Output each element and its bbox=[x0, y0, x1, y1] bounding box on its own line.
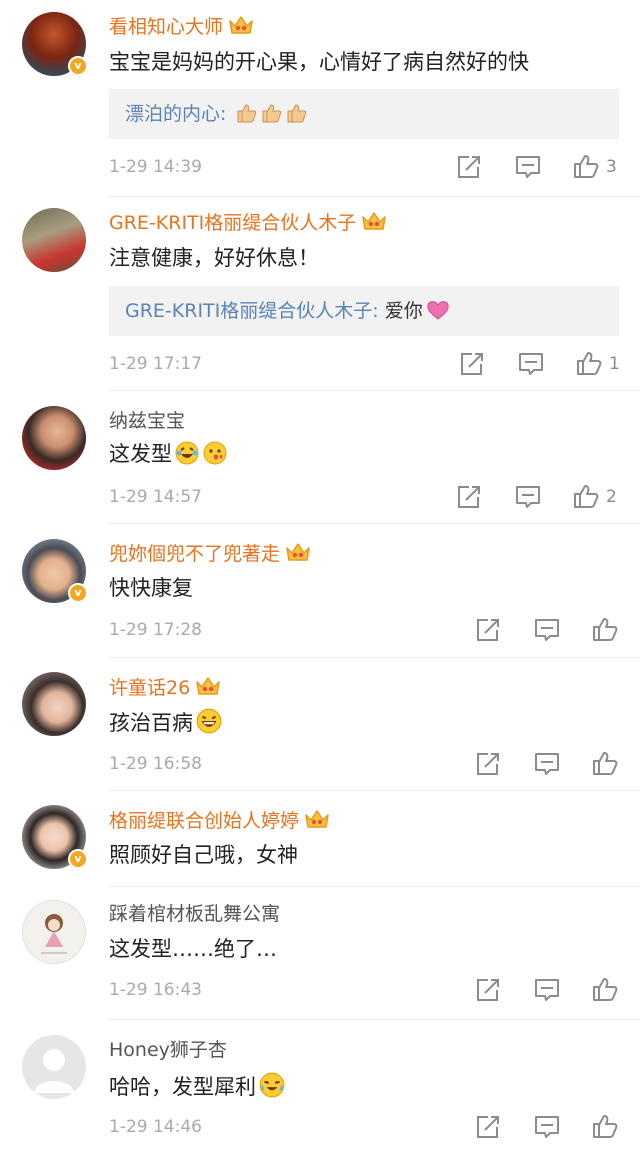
repost-icon[interactable] bbox=[455, 484, 483, 510]
comment-text: 这发型 bbox=[109, 440, 228, 468]
comment-item: v 兜妳個兜不了兜著走 快快康复 1-29 17:28 bbox=[0, 523, 640, 657]
verified-badge-icon: v bbox=[68, 849, 88, 869]
repost-icon[interactable] bbox=[474, 751, 502, 777]
repost-icon[interactable] bbox=[474, 977, 502, 1003]
repost-icon[interactable] bbox=[474, 1114, 502, 1140]
comment-icon[interactable] bbox=[514, 154, 542, 180]
reply-username[interactable]: GRE-KRITI格丽缇合伙人木子 bbox=[125, 300, 372, 322]
reply-box[interactable]: 漂泊的内心: bbox=[109, 89, 619, 139]
like-icon[interactable] bbox=[591, 1113, 619, 1139]
username[interactable]: 踩着棺材板乱舞公寓 bbox=[109, 902, 280, 926]
reply-separator: : bbox=[220, 103, 227, 125]
vip-crown-icon bbox=[304, 808, 330, 830]
comment-item: 许童话26 孩治百病 1-29 16:58 bbox=[0, 657, 640, 790]
comment-icon[interactable] bbox=[533, 751, 561, 777]
timestamp: 1-29 14:57 bbox=[109, 487, 202, 507]
comment-item: v 格丽缇联合创始人婷婷 照顾好自己哦，女神 bbox=[0, 790, 640, 886]
username[interactable]: 兜妳個兜不了兜著走 bbox=[109, 541, 311, 566]
comment-item: 踩着棺材板乱舞公寓 这发型……绝了… 1-29 16:43 bbox=[0, 886, 640, 1019]
vip-crown-icon bbox=[228, 14, 254, 36]
comment-icon[interactable] bbox=[517, 351, 545, 377]
comment-text: 孩治百病 bbox=[109, 707, 223, 737]
like-icon[interactable] bbox=[575, 350, 603, 376]
comment-text: 照顾好自己哦，女神 bbox=[109, 843, 298, 867]
timestamp: 1-29 17:28 bbox=[109, 620, 202, 640]
timestamp: 1-29 16:58 bbox=[109, 754, 202, 774]
avatar[interactable] bbox=[22, 1035, 86, 1099]
laughing-tears-emoji-icon bbox=[175, 441, 199, 465]
reply-text: 爱你 bbox=[384, 300, 423, 322]
kissing-face-emoji-icon bbox=[203, 441, 227, 465]
avatar[interactable] bbox=[22, 406, 86, 470]
reply-separator: : bbox=[372, 300, 379, 322]
comment-item: v 看相知心大师 宝宝是妈妈的开心果，心情好了病自然好的快 漂泊的内心: 1-2… bbox=[0, 0, 640, 196]
comment-text: 注意健康，好好休息！ bbox=[109, 246, 319, 270]
pink-heart-emoji-icon bbox=[427, 301, 449, 320]
thumbs-up-emoji-icon bbox=[262, 104, 282, 123]
grinning-face-emoji-icon bbox=[196, 708, 222, 734]
repost-icon[interactable] bbox=[458, 351, 486, 377]
timestamp: 1-29 14:46 bbox=[109, 1117, 202, 1137]
thumbs-up-emoji-icon bbox=[287, 104, 307, 123]
reply-box[interactable]: GRE-KRITI格丽缇合伙人木子: 爱你 bbox=[109, 286, 619, 336]
avatar[interactable]: v bbox=[22, 805, 88, 869]
like-count: 3 bbox=[606, 157, 617, 177]
avatar[interactable] bbox=[22, 208, 86, 272]
comment-item: GRE-KRITI格丽缇合伙人木子 注意健康，好好休息！ GRE-KRITI格丽… bbox=[0, 196, 640, 390]
username[interactable]: GRE-KRITI格丽缇合伙人木子 bbox=[109, 210, 387, 235]
username[interactable]: 许童话26 bbox=[109, 675, 221, 700]
thumbs-up-emoji-icon bbox=[237, 104, 257, 123]
username[interactable]: 格丽缇联合创始人婷婷 bbox=[109, 808, 330, 833]
repost-icon[interactable] bbox=[455, 154, 483, 180]
like-count: 2 bbox=[606, 487, 617, 507]
comment-text: 宝宝是妈妈的开心果，心情好了病自然好的快 bbox=[109, 50, 529, 74]
default-avatar-icon bbox=[34, 1049, 74, 1093]
comment-icon[interactable] bbox=[533, 977, 561, 1003]
comment-item: 纳兹宝宝 这发型 1-29 14:57 2 bbox=[0, 390, 640, 523]
comment-item: Honey狮子杏 哈哈，发型犀利 1-29 14:46 bbox=[0, 1019, 640, 1158]
comment-list: v 看相知心大师 宝宝是妈妈的开心果，心情好了病自然好的快 漂泊的内心: 1-2… bbox=[0, 0, 640, 1158]
crying-laughing-emoji-icon bbox=[259, 1072, 285, 1098]
username[interactable]: 看相知心大师 bbox=[109, 14, 254, 39]
avatar[interactable] bbox=[22, 900, 86, 964]
verified-badge-icon: v bbox=[68, 583, 88, 603]
like-icon[interactable] bbox=[591, 616, 619, 642]
cartoon-girl-image bbox=[41, 914, 67, 954]
like-count: 1 bbox=[609, 354, 620, 374]
timestamp: 1-29 17:17 bbox=[109, 354, 202, 374]
avatar[interactable]: v bbox=[22, 12, 88, 76]
username[interactable]: 纳兹宝宝 bbox=[109, 409, 185, 433]
verified-badge-icon: v bbox=[68, 56, 88, 76]
like-icon[interactable] bbox=[572, 153, 600, 179]
avatar[interactable] bbox=[22, 672, 86, 736]
comment-icon[interactable] bbox=[514, 484, 542, 510]
like-icon[interactable] bbox=[591, 750, 619, 776]
comment-text: 快快康复 bbox=[109, 576, 193, 600]
like-icon[interactable] bbox=[591, 976, 619, 1002]
like-icon[interactable] bbox=[572, 483, 600, 509]
comment-text: 哈哈，发型犀利 bbox=[109, 1071, 286, 1101]
vip-crown-icon bbox=[361, 210, 387, 232]
comment-icon[interactable] bbox=[533, 1114, 561, 1140]
reply-username[interactable]: 漂泊的内心 bbox=[125, 103, 220, 125]
timestamp: 1-29 16:43 bbox=[109, 980, 202, 1000]
timestamp: 1-29 14:39 bbox=[109, 157, 202, 177]
avatar[interactable]: v bbox=[22, 539, 88, 603]
vip-crown-icon bbox=[195, 675, 221, 697]
comment-text: 这发型……绝了… bbox=[109, 937, 277, 961]
repost-icon[interactable] bbox=[474, 617, 502, 643]
vip-crown-icon bbox=[285, 541, 311, 563]
username[interactable]: Honey狮子杏 bbox=[109, 1038, 227, 1062]
comment-icon[interactable] bbox=[533, 617, 561, 643]
